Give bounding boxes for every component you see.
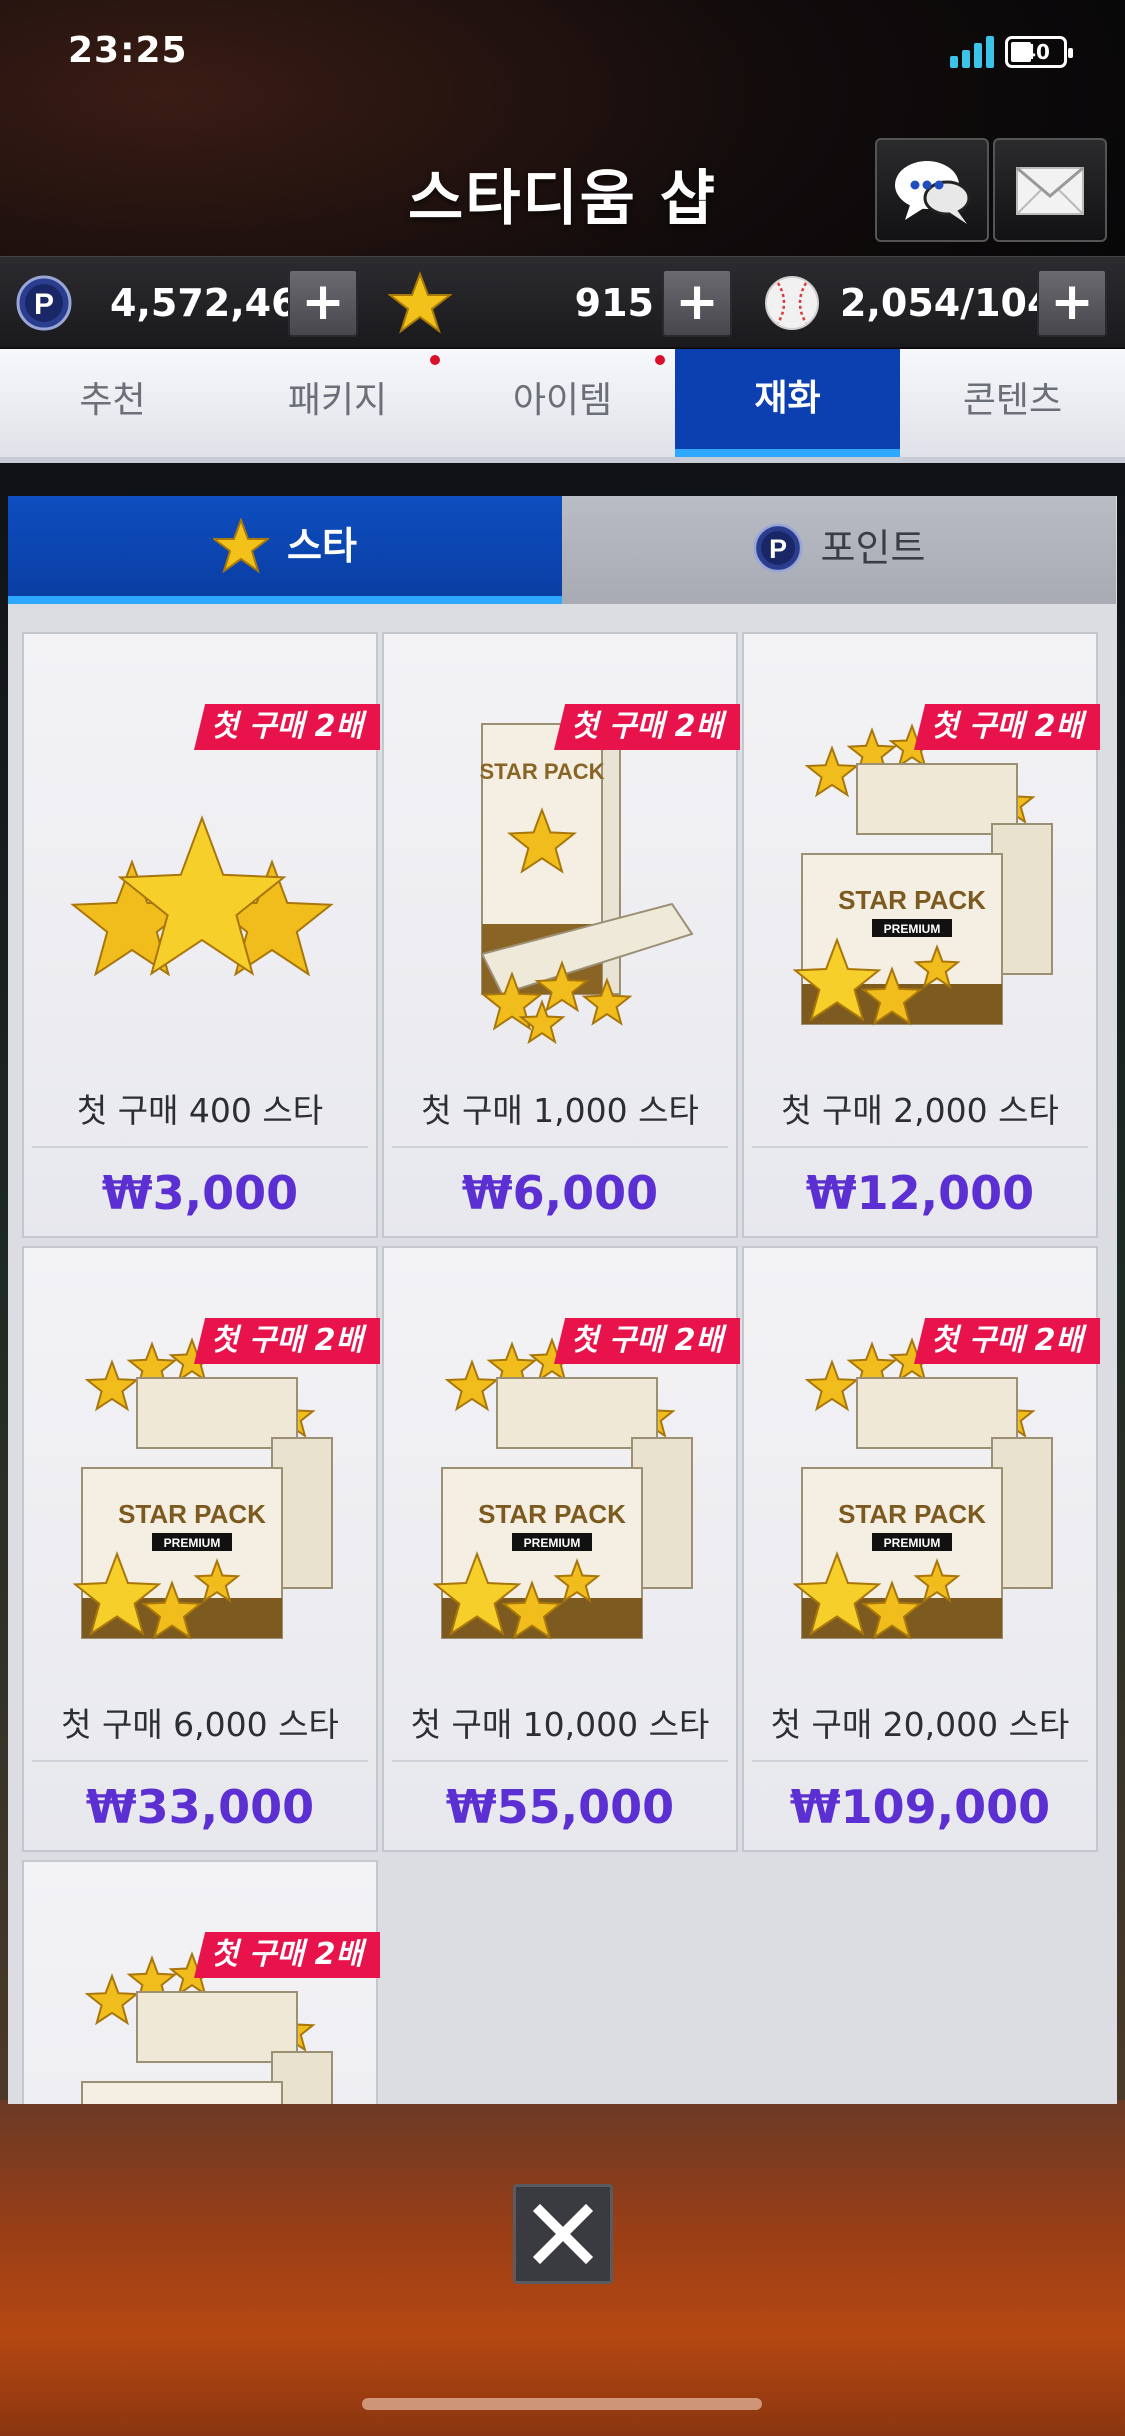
svg-text:P: P <box>769 534 787 564</box>
product-price: ₩55,000 <box>445 1780 675 1834</box>
point-coin-icon: P <box>752 523 803 573</box>
category-tabs: 추천 패키지 아이템 재화 콘텐츠 <box>0 349 1125 463</box>
product-title: 첫 구매 6,000 스타 <box>61 1705 339 1744</box>
subtab-point-label: 포인트 <box>820 526 926 570</box>
tab-package[interactable]: 패키지 <box>225 349 450 457</box>
stars-pile-icon <box>42 724 362 1044</box>
first-purchase-badge: 첫 구매 2배 <box>194 704 380 750</box>
add-stars-button[interactable]: + <box>662 269 732 337</box>
star-pack-box-icon: STAR PACK <box>402 704 722 1045</box>
subtab-star-label: 스타 <box>287 524 357 568</box>
close-icon <box>532 2203 594 2265</box>
currency-bar: P 4,572,461 + 915 + 2,054/104 + <box>0 256 1125 348</box>
first-purchase-badge: 첫 구매 2배 <box>554 1318 740 1364</box>
mail-button[interactable] <box>993 138 1107 242</box>
first-purchase-badge: 첫 구매 2배 <box>194 1932 380 1978</box>
close-button[interactable] <box>513 2184 613 2284</box>
svg-text:STAR PACK: STAR PACK <box>838 1499 986 1529</box>
baseball-icon <box>765 276 819 330</box>
star-icon <box>213 518 270 574</box>
chat-icon <box>895 161 971 224</box>
card-divider <box>392 1146 728 1148</box>
product-title: 첫 구매 2,000 스타 <box>781 1091 1059 1130</box>
star-pack-premium-icon: STAR PACK PREMIUM <box>42 1318 362 1640</box>
card-divider <box>32 1760 368 1762</box>
star-pack-premium-icon: STAR PACK PREMIUM <box>762 704 1082 1026</box>
svg-text:PREMIUM: PREMIUM <box>884 1536 941 1550</box>
svg-text:P: P <box>34 288 54 321</box>
tab-currency[interactable]: 재화 <box>675 349 900 457</box>
add-points-button[interactable]: + <box>288 269 358 337</box>
first-purchase-badge: 첫 구매 2배 <box>554 704 740 750</box>
chat-button[interactable] <box>875 138 989 242</box>
notification-dot <box>430 355 440 365</box>
home-indicator <box>362 2398 762 2410</box>
product-price: ₩33,000 <box>85 1780 315 1834</box>
stars-value: 915 <box>574 281 654 325</box>
product-card[interactable]: STAR PACK PREMIUM 첫 구매 2배첫 구매 10,000 스타 ₩55… <box>382 1246 740 1852</box>
point-coin-icon: P <box>16 275 72 331</box>
product-card[interactable]: STAR PACK 첫 구매 2배첫 구매 1,000 스타 ₩6,000 <box>382 632 740 1238</box>
notification-dot <box>655 355 665 365</box>
star-icon <box>388 271 452 334</box>
subtab-point[interactable]: P 포인트 <box>562 496 1116 604</box>
product-price: ₩109,000 <box>789 1780 1051 1834</box>
first-purchase-badge: 첫 구매 2배 <box>914 1318 1100 1364</box>
tab-recommended[interactable]: 추천 <box>0 349 225 457</box>
svg-text:STAR PACK: STAR PACK <box>118 1499 266 1529</box>
svg-text:PREMIUM: PREMIUM <box>884 922 941 936</box>
mail-icon <box>1016 166 1084 215</box>
product-title: 첫 구매 10,000 스타 <box>410 1705 710 1744</box>
points-value: 4,572,461 <box>110 281 324 325</box>
svg-text:PREMIUM: PREMIUM <box>524 1536 581 1550</box>
product-card[interactable]: STAR PACK PREMIUM 첫 구매 2배첫 구매 20,000 스타 ₩10… <box>742 1246 1100 1852</box>
product-card[interactable]: 첫 구매 2배첫 구매 400 스타 ₩3,000 <box>22 632 380 1238</box>
star-pack-premium-icon: STAR PACK PREMIUM <box>402 1318 722 1640</box>
battery-level: 40 <box>1022 40 1050 64</box>
add-balls-button[interactable]: + <box>1037 269 1107 337</box>
battery-icon: 40 <box>1005 36 1073 68</box>
star-pack-premium-icon: STAR PACK PREMIUM <box>762 1318 1082 1640</box>
signal-icon <box>950 36 996 68</box>
product-title: 첫 구매 1,000 스타 <box>421 1091 699 1130</box>
card-divider <box>392 1760 728 1762</box>
svg-text:STAR PACK: STAR PACK <box>479 759 604 784</box>
status-time: 23:25 <box>68 30 188 71</box>
svg-text:STAR PACK: STAR PACK <box>838 885 986 915</box>
status-bar: 23:25 40 <box>0 0 1125 110</box>
first-purchase-badge: 첫 구매 2배 <box>194 1318 380 1364</box>
product-card[interactable]: STAR PACKPREMIUM첫 구매 2배 <box>22 1860 380 2104</box>
subtab-star[interactable]: 스타 <box>8 496 562 604</box>
product-title: 첫 구매 20,000 스타 <box>770 1705 1070 1744</box>
product-title: 첫 구매 400 스타 <box>76 1091 324 1130</box>
card-divider <box>752 1146 1088 1148</box>
product-price: ₩6,000 <box>461 1166 659 1220</box>
product-card[interactable]: STAR PACK PREMIUM 첫 구매 2배첫 구매 6,000 스타 ₩33,… <box>22 1246 380 1852</box>
card-divider <box>752 1760 1088 1762</box>
shop-panel: 스타 P 포인트 첫 구매 2배 첫 구매 400 스타 ₩3,000 STAR PA… <box>8 496 1117 2104</box>
tab-content[interactable]: 콘텐츠 <box>900 349 1125 457</box>
svg-text:PREMIUM: PREMIUM <box>164 1536 221 1550</box>
balls-value: 2,054/104 <box>840 281 1054 325</box>
card-divider <box>32 1146 368 1148</box>
product-card[interactable]: STAR PACK PREMIUM 첫 구매 2배첫 구매 2,000 스타 ₩12,… <box>742 632 1100 1238</box>
currency-subtabs: 스타 P 포인트 <box>8 496 1117 604</box>
product-price: ₩3,000 <box>101 1166 299 1220</box>
svg-text:STAR PACK: STAR PACK <box>478 1499 626 1529</box>
first-purchase-badge: 첫 구매 2배 <box>914 704 1100 750</box>
tab-items[interactable]: 아이템 <box>450 349 675 457</box>
product-price: ₩12,000 <box>805 1166 1035 1220</box>
